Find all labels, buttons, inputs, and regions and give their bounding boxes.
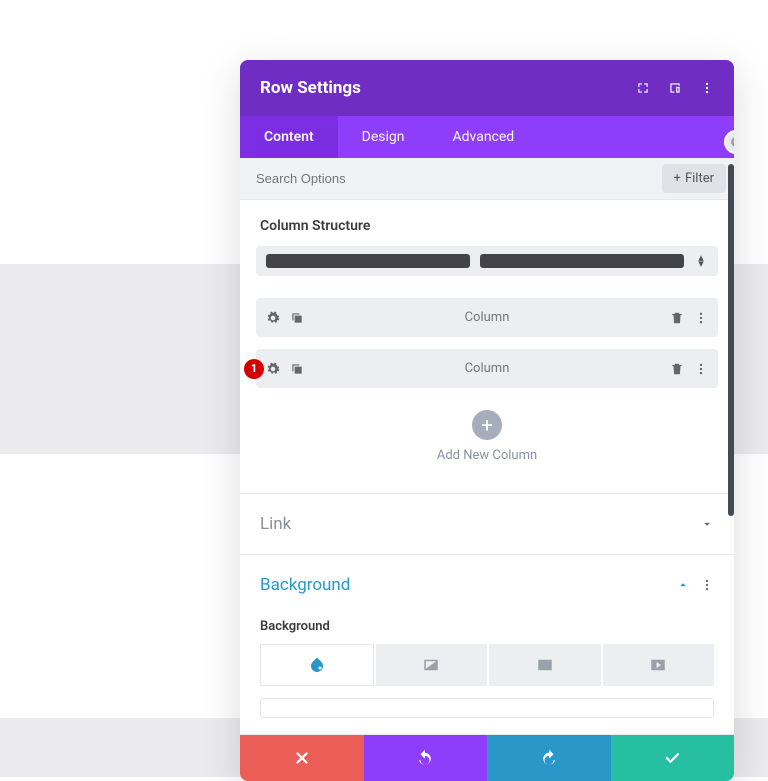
gear-icon[interactable] bbox=[266, 362, 280, 376]
redo-icon bbox=[540, 749, 558, 767]
accordion-link: Link bbox=[240, 494, 734, 555]
trash-icon[interactable] bbox=[670, 362, 684, 376]
column-item: Column bbox=[256, 298, 718, 337]
chevron-up-icon bbox=[676, 578, 690, 592]
gear-icon[interactable] bbox=[266, 311, 280, 325]
content-panel: Column Structure ▴▾ Column 1 Column bbox=[240, 200, 734, 493]
column-label: Column bbox=[304, 361, 670, 376]
accordion-toggle-link[interactable]: Link bbox=[240, 494, 734, 554]
plus-icon: + bbox=[674, 171, 681, 186]
background-tabs bbox=[260, 644, 714, 686]
modal-actions bbox=[636, 81, 714, 95]
step-badge: 1 bbox=[244, 359, 264, 379]
expand-icon[interactable] bbox=[636, 81, 650, 95]
cancel-button[interactable] bbox=[240, 735, 364, 781]
more-vert-icon[interactable] bbox=[694, 362, 708, 376]
modal-footer bbox=[240, 735, 734, 781]
close-icon bbox=[293, 749, 311, 767]
layout-column-preview bbox=[480, 254, 684, 268]
add-column-label: Add New Column bbox=[256, 448, 718, 463]
filter-button[interactable]: + Filter bbox=[662, 164, 726, 193]
background-label: Background bbox=[260, 619, 714, 634]
more-vert-icon[interactable] bbox=[700, 578, 714, 592]
more-vert-icon[interactable] bbox=[700, 81, 714, 95]
tab-design[interactable]: Design bbox=[338, 116, 429, 158]
scrollbar-thumb[interactable] bbox=[728, 164, 734, 516]
tab-bar: Content Design Advanced bbox=[240, 116, 734, 158]
undo-icon bbox=[416, 749, 434, 767]
more-vert-icon[interactable] bbox=[694, 311, 708, 325]
bg-tab-image[interactable] bbox=[489, 644, 601, 686]
duplicate-icon[interactable] bbox=[290, 362, 304, 376]
column-item: 1 Column bbox=[256, 349, 718, 388]
accordion-toggle-background[interactable]: Background bbox=[240, 555, 734, 615]
devices-icon[interactable] bbox=[668, 81, 682, 95]
save-button[interactable] bbox=[611, 735, 735, 781]
column-label: Column bbox=[304, 310, 670, 325]
accordion-title: Link bbox=[260, 514, 291, 534]
column-structure-label: Column Structure bbox=[256, 218, 718, 234]
bg-tab-video[interactable] bbox=[603, 644, 715, 686]
bg-tab-color[interactable] bbox=[260, 644, 374, 686]
redo-button[interactable] bbox=[487, 735, 611, 781]
layout-column-preview bbox=[266, 254, 470, 268]
tab-content[interactable]: Content bbox=[240, 116, 338, 158]
add-column-button[interactable]: + bbox=[472, 410, 502, 440]
check-icon bbox=[663, 749, 681, 767]
undo-button[interactable] bbox=[364, 735, 488, 781]
search-row: + Filter bbox=[240, 158, 734, 200]
background-section: Background bbox=[240, 615, 734, 734]
modal-header: Row Settings bbox=[240, 60, 734, 116]
column-structure-select[interactable]: ▴▾ bbox=[256, 246, 718, 276]
tab-advanced[interactable]: Advanced bbox=[429, 116, 539, 158]
row-settings-modal: Row Settings Content Design Advanced + F… bbox=[240, 60, 734, 781]
bg-tab-gradient[interactable] bbox=[376, 644, 488, 686]
filter-label: Filter bbox=[685, 171, 714, 186]
select-caret-icon: ▴▾ bbox=[694, 255, 708, 267]
chevron-down-icon bbox=[700, 517, 714, 531]
modal-title: Row Settings bbox=[260, 78, 361, 98]
accordion-title: Background bbox=[260, 575, 350, 595]
duplicate-icon[interactable] bbox=[290, 311, 304, 325]
accordion-background: Background Background bbox=[240, 555, 734, 735]
scrollbar[interactable] bbox=[728, 164, 734, 516]
search-input[interactable] bbox=[240, 159, 662, 198]
background-preview[interactable] bbox=[260, 698, 714, 718]
trash-icon[interactable] bbox=[670, 311, 684, 325]
accordion: Link Background Background bbox=[240, 493, 734, 735]
add-column: + Add New Column bbox=[256, 400, 718, 485]
